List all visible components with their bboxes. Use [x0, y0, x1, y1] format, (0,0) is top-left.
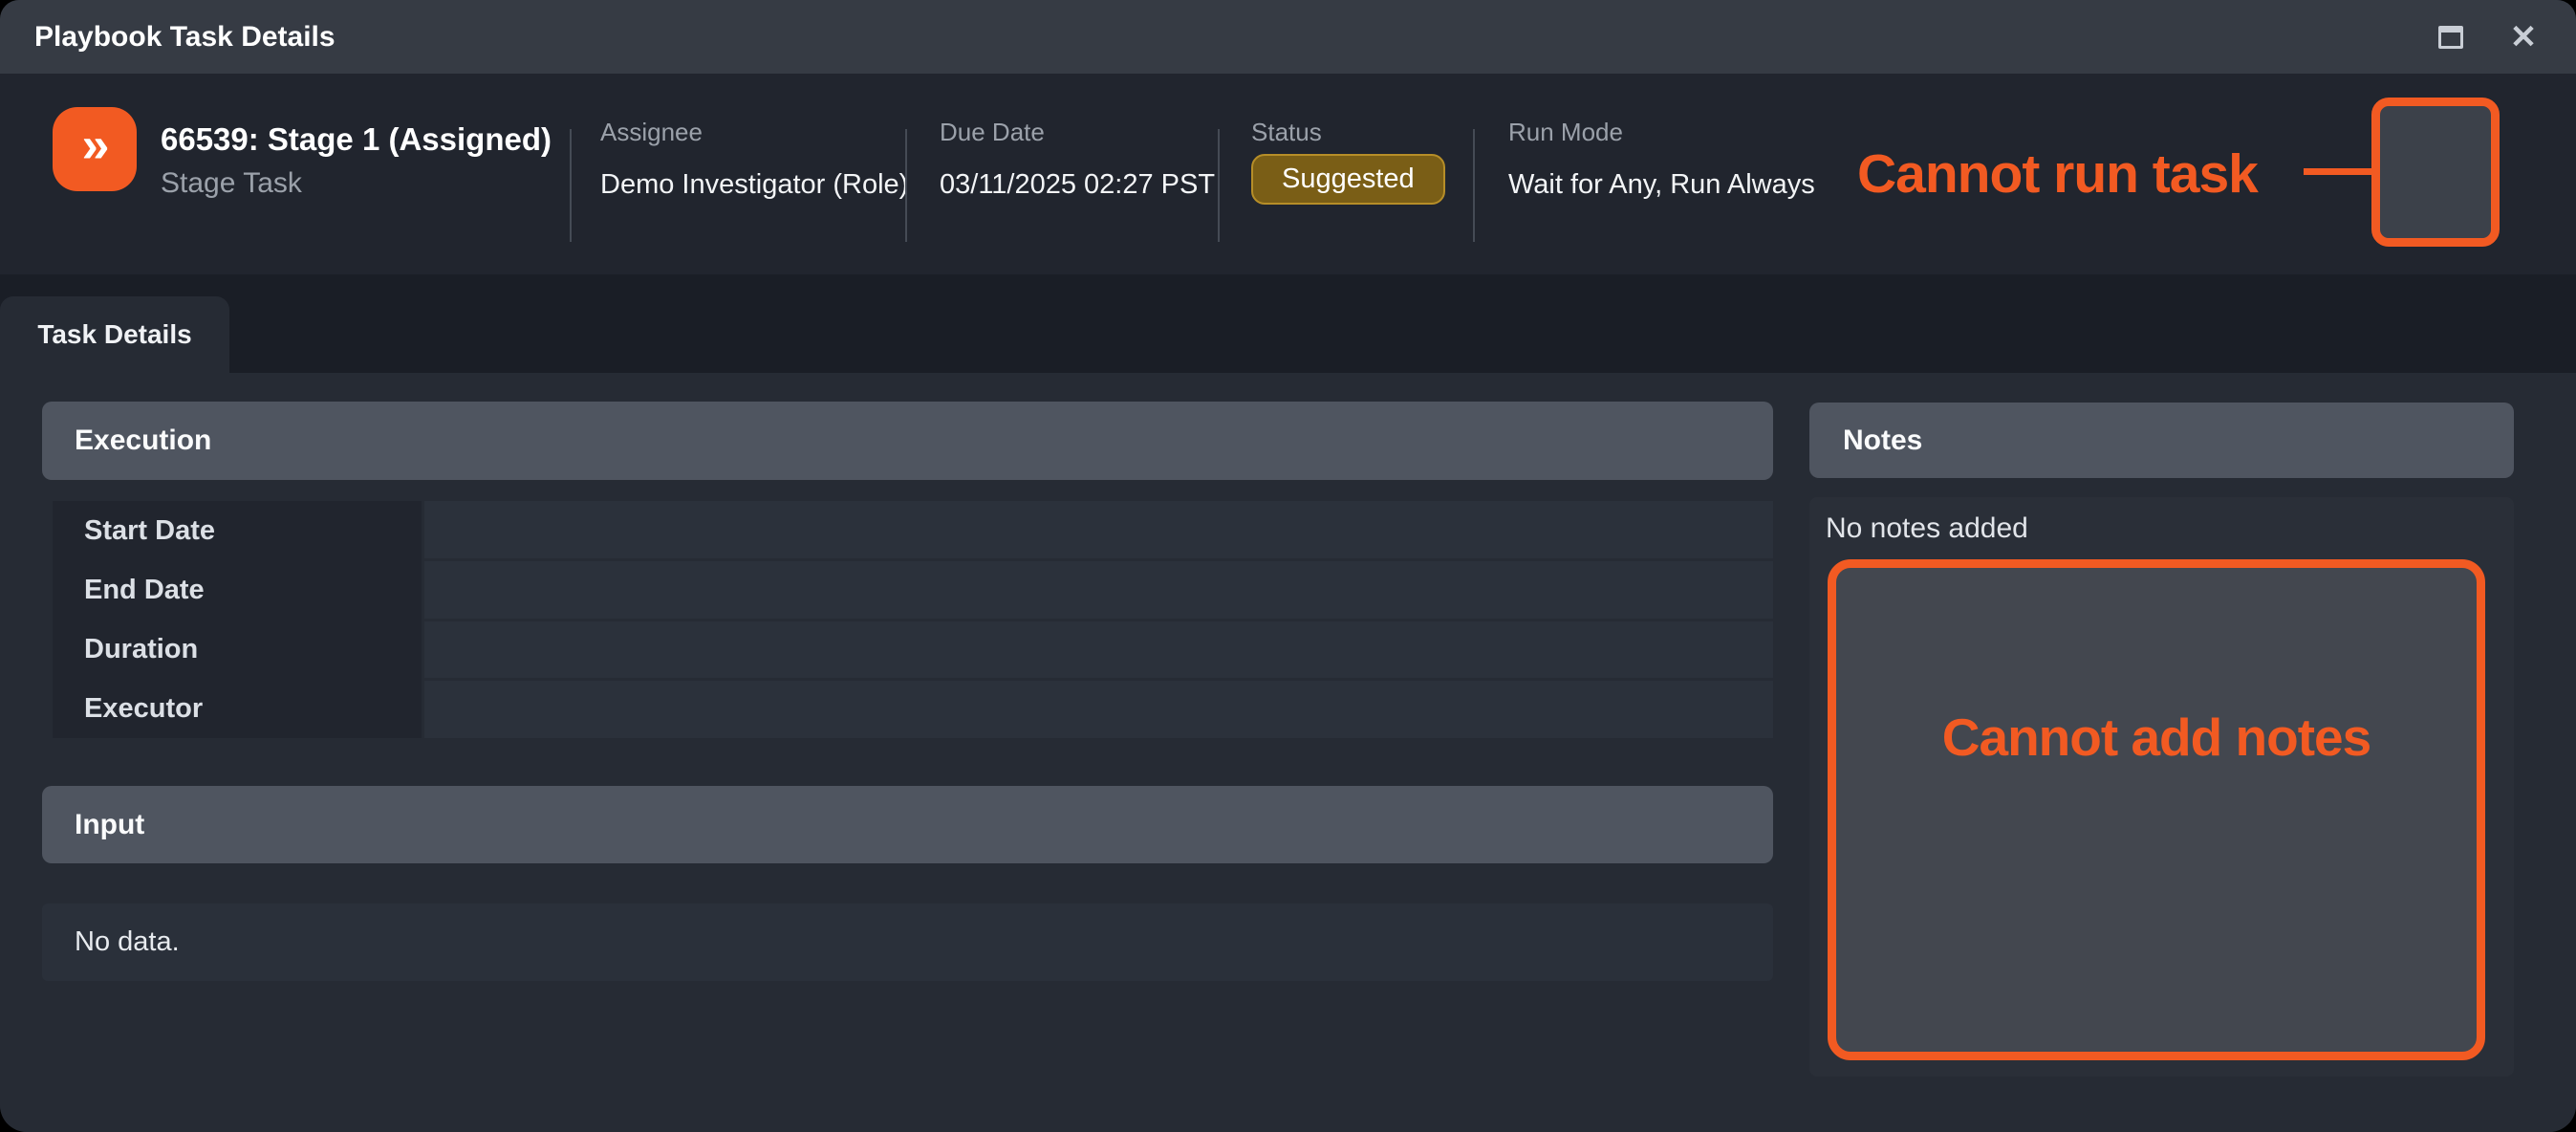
- execution-section-header: Execution: [42, 402, 1773, 480]
- notes-section-header: Notes: [1809, 403, 2514, 478]
- notes-panel: No notes added Cannot add notes: [1809, 497, 2514, 1077]
- run-task-highlight-box: [2371, 98, 2500, 247]
- dialog-title: Playbook Task Details: [34, 21, 336, 54]
- playbook-task-details-dialog: Playbook Task Details ✕ » 66539: Stage 1…: [0, 0, 2576, 1132]
- tab-task-details[interactable]: Task Details: [0, 296, 229, 373]
- run-mode-value: Wait for Any, Run Always: [1508, 169, 1815, 201]
- input-empty-text: No data.: [75, 926, 180, 958]
- end-date-label: End Date: [53, 560, 422, 620]
- status-badge: Suggested: [1251, 154, 1445, 205]
- maximize-icon: [2438, 26, 2463, 49]
- divider: [905, 129, 907, 242]
- duration-value: [424, 621, 1773, 679]
- assignee-label: Assignee: [600, 118, 703, 147]
- due-date-value: 03/11/2025 02:27 PST: [940, 169, 1215, 201]
- start-date-value: [424, 501, 1773, 558]
- executor-label: Executor: [53, 679, 422, 738]
- content-area: Execution Start Date End Date Duration E…: [0, 373, 2576, 1132]
- cannot-run-task-annotation: Cannot run task: [1857, 142, 2258, 206]
- cannot-add-notes-annotation: Cannot add notes: [1942, 707, 2370, 1052]
- tab-strip: Task Details: [0, 274, 2576, 373]
- notes-section-title: Notes: [1843, 424, 1922, 457]
- title-bar: Playbook Task Details ✕: [0, 0, 2576, 74]
- execution-section-title: Execution: [75, 424, 211, 457]
- duration-label: Duration: [53, 620, 422, 679]
- input-empty-panel: No data.: [42, 903, 1773, 981]
- task-header: » 66539: Stage 1 (Assigned) Stage Task A…: [0, 74, 2576, 274]
- run-mode-label: Run Mode: [1508, 118, 1623, 147]
- end-date-value: [424, 561, 1773, 619]
- divider: [570, 129, 572, 242]
- double-chevron-icon: »: [82, 120, 108, 170]
- window-controls: ✕: [2433, 19, 2542, 55]
- divider: [1218, 129, 1220, 242]
- executor-value: [424, 681, 1773, 738]
- execution-value-column: [424, 501, 1773, 738]
- annotation-connector-line: [2304, 168, 2374, 175]
- start-date-label: Start Date: [53, 501, 422, 560]
- task-title: 66539: Stage 1 (Assigned): [161, 121, 552, 158]
- execution-table: Start Date End Date Duration Executor: [53, 501, 1773, 738]
- execution-label-column: Start Date End Date Duration Executor: [53, 501, 422, 738]
- input-section-title: Input: [75, 809, 144, 841]
- task-subtitle: Stage Task: [161, 167, 302, 200]
- divider: [1473, 129, 1475, 242]
- due-date-label: Due Date: [940, 118, 1045, 147]
- assignee-value: Demo Investigator (Role): [600, 169, 908, 201]
- add-notes-highlight-box: Cannot add notes: [1828, 559, 2485, 1060]
- task-type-icon-tile: »: [53, 107, 137, 191]
- maximize-button[interactable]: [2433, 19, 2469, 55]
- close-icon: ✕: [2510, 21, 2538, 54]
- notes-empty-text: No notes added: [1826, 512, 2028, 545]
- input-section-header: Input: [42, 786, 1773, 863]
- status-label: Status: [1251, 118, 1322, 147]
- close-button[interactable]: ✕: [2505, 19, 2542, 55]
